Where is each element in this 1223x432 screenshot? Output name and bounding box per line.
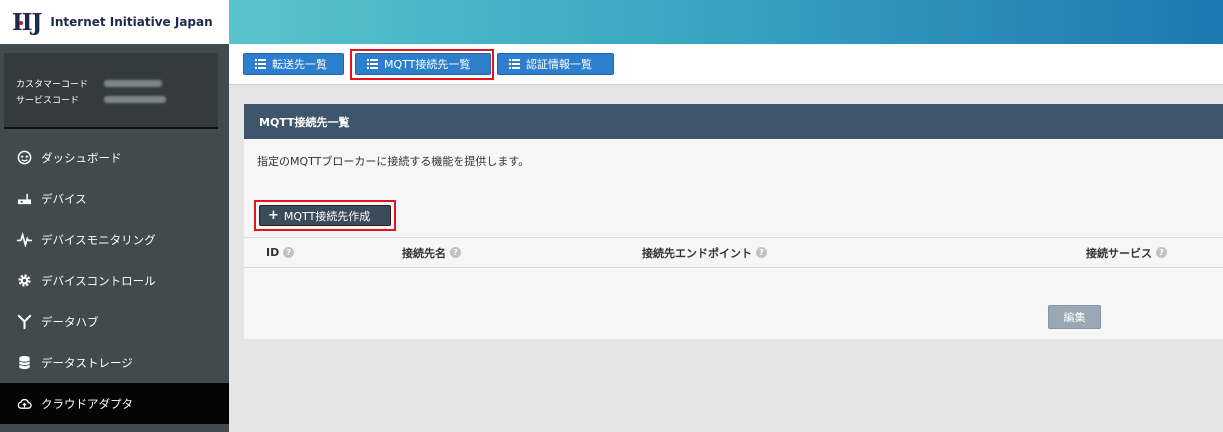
panel-title: MQTT接続先一覧 xyxy=(244,104,1223,139)
sidebar-item-label: デバイスコントロール xyxy=(41,273,156,288)
sidebar-item-data-hub[interactable]: データハブ xyxy=(0,301,229,342)
column-header-id[interactable]: ID? xyxy=(266,238,295,267)
logo-dot xyxy=(19,21,23,25)
column-label: ID xyxy=(266,246,280,259)
hub-icon xyxy=(16,313,33,330)
tab-label: 転送先一覧 xyxy=(272,58,327,71)
sidebar-item-label: クラウドアダプタ xyxy=(41,396,133,411)
list-icon xyxy=(255,59,266,69)
pulse-icon xyxy=(16,231,33,248)
sidebar-item-device[interactable]: デバイス xyxy=(0,178,229,219)
sidebar-item-label: デバイスモニタリング xyxy=(41,232,156,247)
sidebar-item-cloud-adapter[interactable]: クラウドアダプタ xyxy=(0,383,229,424)
column-header-service[interactable]: 接続サービス? xyxy=(1086,238,1167,267)
edit-button[interactable]: 編集 xyxy=(1048,305,1101,329)
sidebar-item-label: ダッシュボード xyxy=(41,150,122,165)
column-label: 接続先名 xyxy=(402,246,446,260)
cloud-upload-icon xyxy=(16,395,33,412)
logo[interactable]: IIJ Internet Initiative Japan xyxy=(0,0,229,44)
sidebar-item-label: データストレージ xyxy=(41,355,133,370)
tab-label: 認証情報一覧 xyxy=(526,58,592,71)
highlight-box-tab xyxy=(350,49,494,80)
logo-mark: IIJ xyxy=(12,8,42,36)
panel-description: 指定のMQTTブローカーに接続する機能を提供します。 xyxy=(257,155,530,168)
dashboard-icon xyxy=(16,149,33,166)
customer-code-row: カスタマーコード xyxy=(16,75,218,91)
header-bar xyxy=(229,0,1223,44)
sidebar-item-label: デバイス xyxy=(41,191,87,206)
sidebar-item-dashboard[interactable]: ダッシュボード xyxy=(0,137,229,178)
gear-icon xyxy=(16,272,33,289)
column-label: 接続先エンドポイント xyxy=(642,246,752,260)
sidebar-item-device-monitoring[interactable]: デバイスモニタリング xyxy=(0,219,229,260)
service-code-value-redacted xyxy=(104,95,166,103)
help-icon[interactable]: ? xyxy=(756,247,767,258)
database-icon xyxy=(16,354,33,371)
highlight-box-create xyxy=(254,200,396,231)
tab-forwarding-list[interactable]: 転送先一覧 xyxy=(243,53,344,75)
column-label: 接続サービス xyxy=(1086,246,1152,260)
sidebar-nav: ダッシュボード デバイス デバイスモニタリング デバイスコントロール データハブ xyxy=(0,137,229,424)
service-code-label: サービスコード xyxy=(16,95,80,106)
customer-code-label: カスタマーコード xyxy=(16,79,89,90)
mqtt-list-panel: MQTT接続先一覧 指定のMQTTブローカーに接続する機能を提供します。 + M… xyxy=(244,104,1223,339)
help-icon[interactable]: ? xyxy=(1156,247,1167,258)
help-icon[interactable]: ? xyxy=(450,247,461,258)
list-icon xyxy=(509,59,520,69)
column-header-connection-name[interactable]: 接続先名? xyxy=(402,238,461,267)
service-code-row: サービスコード xyxy=(16,91,218,107)
customer-code-value-redacted xyxy=(104,79,162,87)
sidebar-item-label: データハブ xyxy=(41,314,99,329)
logo-text: Internet Initiative Japan xyxy=(50,15,213,29)
account-info: カスタマーコード サービスコード xyxy=(4,53,218,129)
tab-credentials-list[interactable]: 認証情報一覧 xyxy=(497,53,614,75)
tab-bar: 転送先一覧 MQTT接続先一覧 認証情報一覧 xyxy=(229,44,1223,85)
table-header: ID? 接続先名? 接続先エンドポイント? 接続サービス? xyxy=(244,237,1223,268)
sidebar-item-data-storage[interactable]: データストレージ xyxy=(0,342,229,383)
column-header-endpoint[interactable]: 接続先エンドポイント? xyxy=(642,238,767,267)
sidebar-item-device-control[interactable]: デバイスコントロール xyxy=(0,260,229,301)
sidebar: IIJ Internet Initiative Japan カスタマーコード サ… xyxy=(0,0,229,432)
help-icon[interactable]: ? xyxy=(283,247,295,258)
device-icon xyxy=(16,190,33,207)
